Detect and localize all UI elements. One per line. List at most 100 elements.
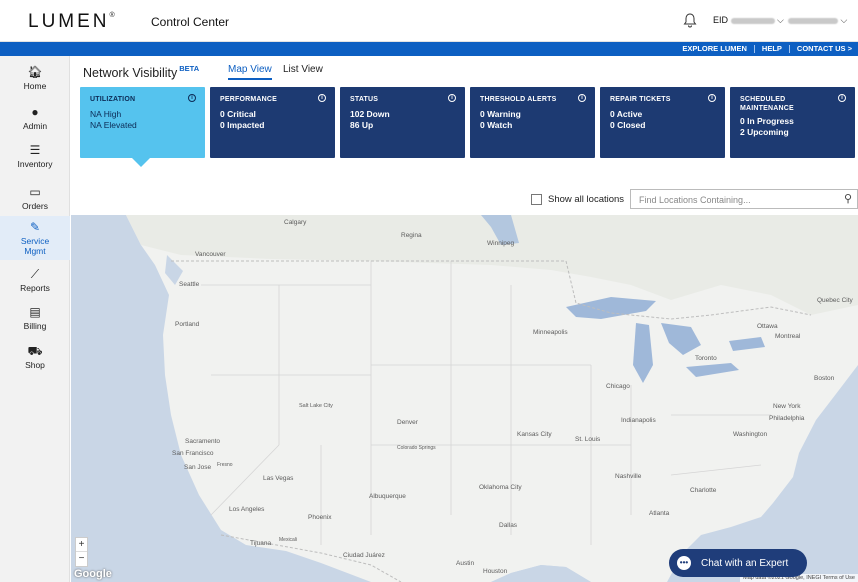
active-card-pointer xyxy=(132,158,150,167)
chat-with-expert-button[interactable]: ••• Chat with an Expert xyxy=(669,549,807,577)
card-value: 0 Active xyxy=(610,109,643,119)
map-label-city: Las Vegas xyxy=(263,475,294,482)
map-label-city: Ottawa xyxy=(757,323,778,330)
user-name-redacted xyxy=(788,17,838,24)
explore-lumen-link[interactable]: EXPLORE LUMEN xyxy=(682,44,747,53)
repair-tickets-card[interactable]: REPAIR TICKETS 0 Active 0 Closed i xyxy=(600,87,725,158)
account-eid-selector[interactable]: EID ⌵ xyxy=(713,15,784,26)
utilization-card[interactable]: UTILIZATION NA High NA Elevated i xyxy=(80,87,205,167)
info-icon[interactable]: i xyxy=(838,94,846,102)
card-title: UTILIZATION xyxy=(90,96,136,103)
map-label-city: San Jose xyxy=(184,464,212,471)
scheduled-maintenance-card[interactable]: SCHEDULED MAINTENANCE 0 In Progress 2 Up… xyxy=(730,87,855,158)
show-all-checkbox[interactable] xyxy=(531,194,542,205)
card-value: NA High xyxy=(90,109,122,119)
map-label-city: Fresno xyxy=(217,462,233,468)
tab-list-view[interactable]: List View xyxy=(283,64,323,75)
card-value: 0 Impacted xyxy=(220,120,265,130)
sidebar-item-service-mgmt[interactable]: ✎ Service Mgmt xyxy=(0,216,70,260)
wrench-icon: ✎ xyxy=(29,220,41,234)
card-value: 0 Critical xyxy=(220,109,256,119)
map-label-city: Kansas City xyxy=(517,431,552,438)
map-label-city: Colorado Springs xyxy=(397,445,436,451)
sidebar-item-admin[interactable]: ● Admin xyxy=(0,106,70,140)
info-icon[interactable]: i xyxy=(578,94,586,102)
main-content: Network Visibility BETA Map View List Vie… xyxy=(71,56,858,582)
zoom-in-button[interactable]: + xyxy=(76,538,87,552)
status-card[interactable]: STATUS 102 Down 86 Up i xyxy=(340,87,465,158)
card-value: 102 Down xyxy=(350,109,390,119)
app-name: Control Center xyxy=(151,15,230,29)
map-label-city: Salt Lake City xyxy=(299,403,333,409)
map-label-city: Houston xyxy=(483,568,508,575)
map-label-city: Toronto xyxy=(695,355,717,362)
map-label-city: Mexicali xyxy=(279,537,298,543)
location-search-input[interactable]: Find Locations Containing... ⚲ xyxy=(630,189,858,209)
sidebar-item-home[interactable]: 🏠︎ Home xyxy=(0,66,70,100)
map-label-city: Indianapolis xyxy=(621,417,656,424)
orders-tray-icon: ▭ xyxy=(29,185,41,199)
contact-us-link[interactable]: CONTACT US > xyxy=(797,44,852,53)
map-label-city: Tijuana xyxy=(250,540,272,547)
map-label-city: Nashville xyxy=(615,473,642,480)
notification-bell-icon[interactable] xyxy=(683,12,697,28)
reports-chart-icon: ⟋ xyxy=(30,267,40,281)
map-label-city: Dallas xyxy=(499,522,518,529)
map-label-city: Ciudad Juárez xyxy=(343,552,385,559)
help-link[interactable]: HELP xyxy=(762,44,782,53)
divider xyxy=(788,44,790,53)
google-logo: Google xyxy=(74,568,112,580)
admin-user-icon: ● xyxy=(31,105,39,119)
map-label-city: Vancouver xyxy=(195,251,226,258)
map-label-city: Seattle xyxy=(179,281,200,288)
map-label-city: Denver xyxy=(397,419,418,426)
chevron-down-icon: ⌵ xyxy=(840,15,848,25)
info-icon[interactable]: i xyxy=(318,94,326,102)
eid-value-redacted xyxy=(730,17,775,24)
sidebar-item-shop[interactable]: ⛟ Shop xyxy=(0,345,70,379)
card-value: 0 Watch xyxy=(480,120,513,130)
page-title: Network Visibility BETA xyxy=(83,64,200,80)
map-label-city: Minneapolis xyxy=(533,329,568,336)
divider xyxy=(753,44,755,53)
card-value: NA Elevated xyxy=(90,120,137,130)
card-value: 86 Up xyxy=(350,120,374,130)
home-icon: 🏠︎ xyxy=(27,65,43,79)
search-icon[interactable]: ⚲ xyxy=(844,192,852,205)
map-label-city: New York xyxy=(773,403,801,410)
map-label-city: Calgary xyxy=(284,219,307,226)
info-icon[interactable]: i xyxy=(188,94,196,102)
sidebar-item-reports[interactable]: ⟋ Reports xyxy=(0,268,70,302)
shop-cart-icon: ⛟ xyxy=(27,344,43,358)
tab-map-view[interactable]: Map View xyxy=(228,64,272,80)
card-value: 0 Closed xyxy=(610,120,646,130)
info-icon[interactable]: i xyxy=(708,94,716,102)
map-label-city: Sacramento xyxy=(185,438,221,445)
show-all-locations-toggle[interactable]: Show all locations xyxy=(531,194,624,205)
card-title: THRESHOLD ALERTS xyxy=(480,96,557,103)
map-label-city: Charlotte xyxy=(690,487,717,494)
zoom-out-button[interactable]: − xyxy=(76,552,87,565)
card-title: PERFORMANCE xyxy=(220,96,278,103)
map-label-city: Atlanta xyxy=(649,510,670,517)
sidebar-nav: 🏠︎ Home ● Admin ☰ Inventory ▭ Orders ✎ Servic… xyxy=(0,56,70,582)
card-value: 0 In Progress xyxy=(740,116,794,126)
sidebar-item-billing[interactable]: ▤ Billing xyxy=(0,306,70,340)
sidebar-item-inventory[interactable]: ☰ Inventory xyxy=(0,144,70,178)
info-icon[interactable]: i xyxy=(448,94,456,102)
map-label-city: Washington xyxy=(733,431,768,438)
user-menu[interactable]: ⌵ xyxy=(788,15,847,26)
lumen-logo[interactable]: LUMEN® xyxy=(28,11,115,33)
network-map[interactable]: Calgary Regina Winnipeg Vancouver Seattl… xyxy=(71,215,858,582)
sidebar-item-orders[interactable]: ▭ Orders xyxy=(0,186,70,220)
card-title: REPAIR TICKETS xyxy=(610,96,671,103)
map-label-city: Chicago xyxy=(606,383,630,390)
map-zoom-control: + − xyxy=(75,537,88,567)
card-value: 0 Warning xyxy=(480,109,521,119)
billing-document-icon: ▤ xyxy=(29,305,41,319)
show-all-label: Show all locations xyxy=(548,194,625,205)
map-label-city: Boston xyxy=(814,375,835,382)
utility-nav-bar: EXPLORE LUMEN HELP CONTACT US > xyxy=(0,42,858,56)
performance-card[interactable]: PERFORMANCE 0 Critical 0 Impacted i xyxy=(210,87,335,158)
threshold-alerts-card[interactable]: THRESHOLD ALERTS 0 Warning 0 Watch i xyxy=(470,87,595,158)
